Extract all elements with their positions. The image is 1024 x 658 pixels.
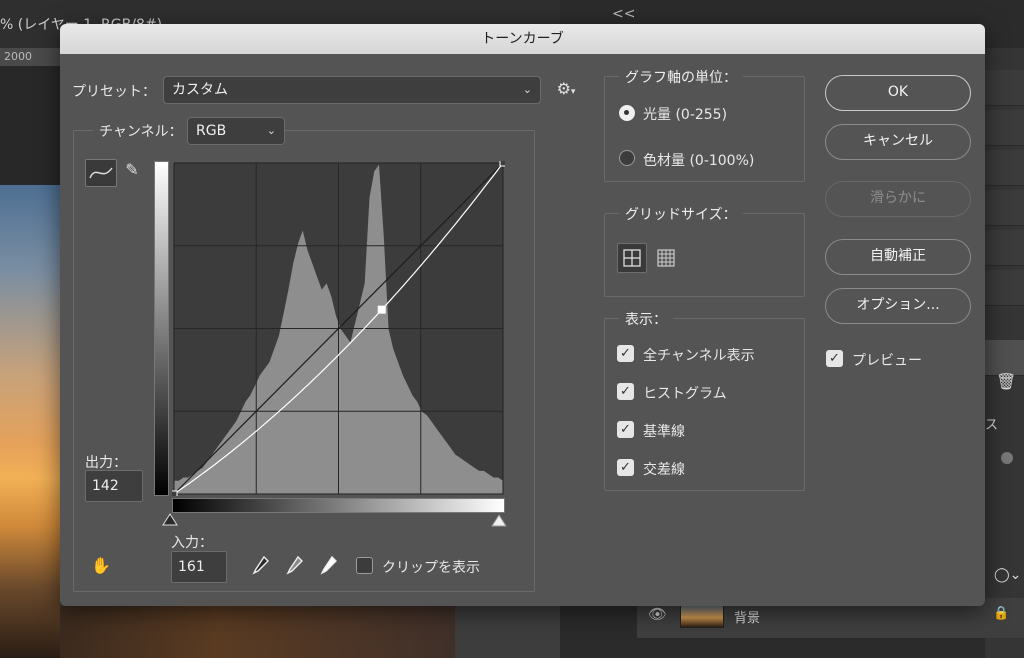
options-button[interactable]: オプション... [825,288,971,324]
ruler: 2000 [0,48,62,66]
curve-graph[interactable] [172,161,505,496]
preset-value: カスタム [172,82,228,98]
preview-checkbox[interactable]: ✓ [826,350,843,367]
all-channels-checkbox[interactable]: ✓ [617,345,634,362]
white-point-slider[interactable] [491,513,507,532]
histogram-label: ヒストグラム [643,386,727,402]
output-field[interactable]: 142 [85,470,143,502]
pigment-radio-label: 色材量 (0-100%) [643,153,755,169]
light-radio[interactable] [619,105,635,121]
black-point-slider[interactable] [162,513,178,531]
show-clipping-checkbox[interactable] [356,557,373,574]
curve-control-point [499,161,505,167]
grid-size-title: グリッドサイズ： [619,204,743,224]
collapse-panel-icon[interactable]: << [612,6,635,22]
simple-grid-icon [623,249,641,267]
ok-button[interactable]: OK [825,75,971,111]
input-label: 入力： [171,535,213,551]
dialog-title: トーンカーブ [60,24,985,54]
trash-icon[interactable]: 🗑 [996,372,1016,391]
eye-icon[interactable]: 👁 [648,605,667,623]
graph-unit-title: グラフ軸の単位： [619,67,743,87]
show-clipping-label: クリップを表示 [382,560,480,576]
baseline-checkbox[interactable]: ✓ [617,421,634,438]
panel-row[interactable] [985,270,1024,306]
display-group: 表示： [604,309,805,491]
preview-label: プレビュー [852,353,922,369]
cancel-button[interactable]: キャンセル [825,124,971,160]
lock-icon: 🔒 [993,606,1010,621]
toggle-dot-icon[interactable] [1001,452,1013,464]
curve-control-point [172,490,178,496]
intersection-line-label: 交差線 [643,462,685,478]
white-slider-icon [491,514,507,527]
pigment-radio[interactable] [619,150,635,166]
chevron-down-icon: ⌄ [266,124,276,137]
panel-row[interactable] [985,70,1024,106]
panel-row[interactable] [985,110,1024,146]
all-channels-label: 全チャンネル表示 [643,348,755,364]
channel-value: RGB [196,123,227,139]
target-adjust-hand-icon[interactable]: ✋ [88,556,114,575]
pencil-icon[interactable]: ✎ [120,160,144,179]
output-gradient-bar [154,161,169,496]
output-label: 出力： [85,455,127,471]
curve-point-tool[interactable] [85,159,117,187]
auto-button[interactable]: 自動補正 [825,239,971,275]
canvas-photo-bottom [60,606,455,658]
input-gradient-bar [172,498,505,513]
curve-tool-icon [89,167,113,179]
detailed-grid-icon [657,249,675,267]
light-radio-label: 光量 (0-255) [643,107,728,123]
smooth-button[interactable]: 滑らかに [825,181,971,217]
input-field[interactable]: 161 [171,551,227,583]
channel-select[interactable]: RGB ⌄ [187,117,285,145]
intersection-line-checkbox[interactable]: ✓ [617,459,634,476]
panel-row[interactable] [985,340,1024,376]
preset-label: プリセット： [72,84,156,100]
curves-dialog: トーンカーブ プリセット： カスタム ⌄ ⚙▾ チャンネル： RGB ⌄ ✎ 出… [60,24,985,606]
panel-row[interactable] [985,230,1024,266]
baseline-label: 基準線 [643,424,685,440]
black-slider-icon [162,513,178,526]
display-title: 表示： [619,309,673,329]
panel-row[interactable] [985,150,1024,186]
layer-name: 背景 [734,611,761,626]
white-eyedropper-icon[interactable] [316,554,340,580]
detailed-grid-button[interactable] [652,244,682,274]
gray-eyedropper-icon[interactable] [282,554,306,580]
layer-style-icon[interactable]: ◯⌄ [994,567,1021,583]
preset-select[interactable]: カスタム ⌄ [163,76,541,104]
simple-grid-button[interactable] [617,243,647,273]
canvas-photo [0,185,60,658]
black-eyedropper-icon[interactable] [248,554,272,580]
channel-label: チャンネル： [93,121,189,141]
panel-tab-label[interactable]: ス [985,414,998,433]
curve-control-point [377,305,386,314]
panel-row[interactable] [985,190,1024,226]
histogram-checkbox[interactable]: ✓ [617,383,634,400]
chevron-down-icon: ⌄ [522,83,532,96]
gear-icon[interactable]: ⚙▾ [554,79,578,98]
